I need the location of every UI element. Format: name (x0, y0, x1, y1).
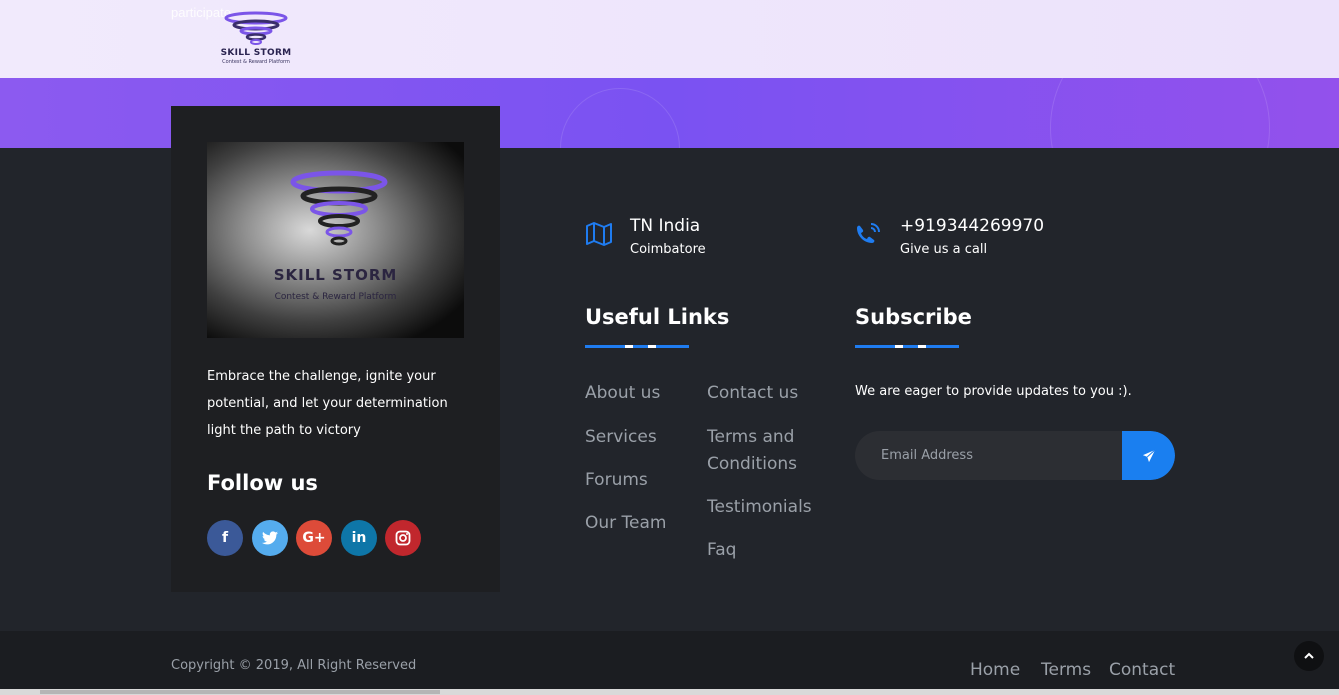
google-plus-icon[interactable]: G+ (296, 520, 332, 556)
link-testimonials[interactable]: Testimonials (707, 494, 812, 521)
image-logo-tagline: Contest & Reward Platform (274, 292, 397, 302)
about-card: SKILL STORM Contest & Reward Platform Em… (171, 106, 500, 592)
location-title: TN India (630, 216, 701, 236)
useful-links-underline (585, 345, 689, 348)
twitter-bird-icon (262, 531, 278, 545)
subscribe-underline (855, 345, 959, 348)
link-about-us[interactable]: About us (585, 380, 660, 407)
subscribe-form (855, 431, 1175, 480)
twitter-icon[interactable] (252, 520, 288, 556)
about-tagline: Embrace the challenge, ignite your poten… (207, 369, 448, 438)
tornado-logo-icon (224, 11, 288, 45)
phone-sub: Give us a call (900, 242, 988, 257)
link-faq[interactable]: Faq (707, 537, 736, 564)
linkedin-icon[interactable]: in (341, 520, 377, 556)
brand-cloud-image: SKILL STORM Contest & Reward Platform (207, 142, 464, 338)
link-terms[interactable]: Terms and Conditions (707, 424, 817, 478)
image-logo-word: SKILL STORM (273, 266, 398, 284)
instagram-icon[interactable] (385, 520, 421, 556)
copyright-bar: Copyright © 2019, All Right Reserved Hom… (0, 631, 1339, 695)
band-decoration (560, 88, 680, 148)
back-to-top-button[interactable] (1294, 641, 1324, 671)
logo-tagline: Contest & Reward Platform (222, 59, 290, 65)
horizontal-scrollbar[interactable] (0, 689, 1339, 695)
site-logo[interactable]: SKILL STORM Contest & Reward Platform (208, 10, 304, 68)
chevron-up-icon (1304, 652, 1314, 659)
subscribe-submit-button[interactable] (1122, 431, 1175, 480)
bottom-nav-terms[interactable]: Terms (1041, 660, 1091, 680)
link-forums[interactable]: Forums (585, 467, 648, 494)
email-input[interactable] (855, 431, 1123, 480)
location-sub: Coimbatore (630, 242, 706, 257)
useful-links-title: Useful Links (585, 305, 730, 329)
bottom-nav-contact[interactable]: Contact (1109, 660, 1175, 680)
site-header: participate SKILL STORM Contest & Reward… (0, 0, 1339, 78)
link-our-team[interactable]: Our Team (585, 510, 666, 537)
tornado-image-icon (290, 170, 388, 246)
instagram-glyph-icon (395, 530, 411, 546)
link-services[interactable]: Services (585, 424, 657, 451)
send-icon (1142, 448, 1155, 462)
map-icon (586, 222, 612, 246)
phone-number[interactable]: +919344269970 (900, 216, 1044, 236)
link-contact-us[interactable]: Contact us (707, 380, 798, 407)
subscribe-title: Subscribe (855, 305, 972, 329)
phone-icon (857, 223, 880, 243)
logo-wordmark: SKILL STORM (220, 48, 292, 58)
copyright-text: Copyright © 2019, All Right Reserved (171, 658, 417, 673)
scrollbar-thumb[interactable] (40, 690, 440, 694)
facebook-icon[interactable]: f (207, 520, 243, 556)
follow-us-title: Follow us (207, 471, 318, 495)
band-decoration (1050, 78, 1270, 148)
subscribe-text: We are eager to provide updates to you :… (855, 384, 1132, 399)
bottom-nav-home[interactable]: Home (970, 660, 1020, 680)
